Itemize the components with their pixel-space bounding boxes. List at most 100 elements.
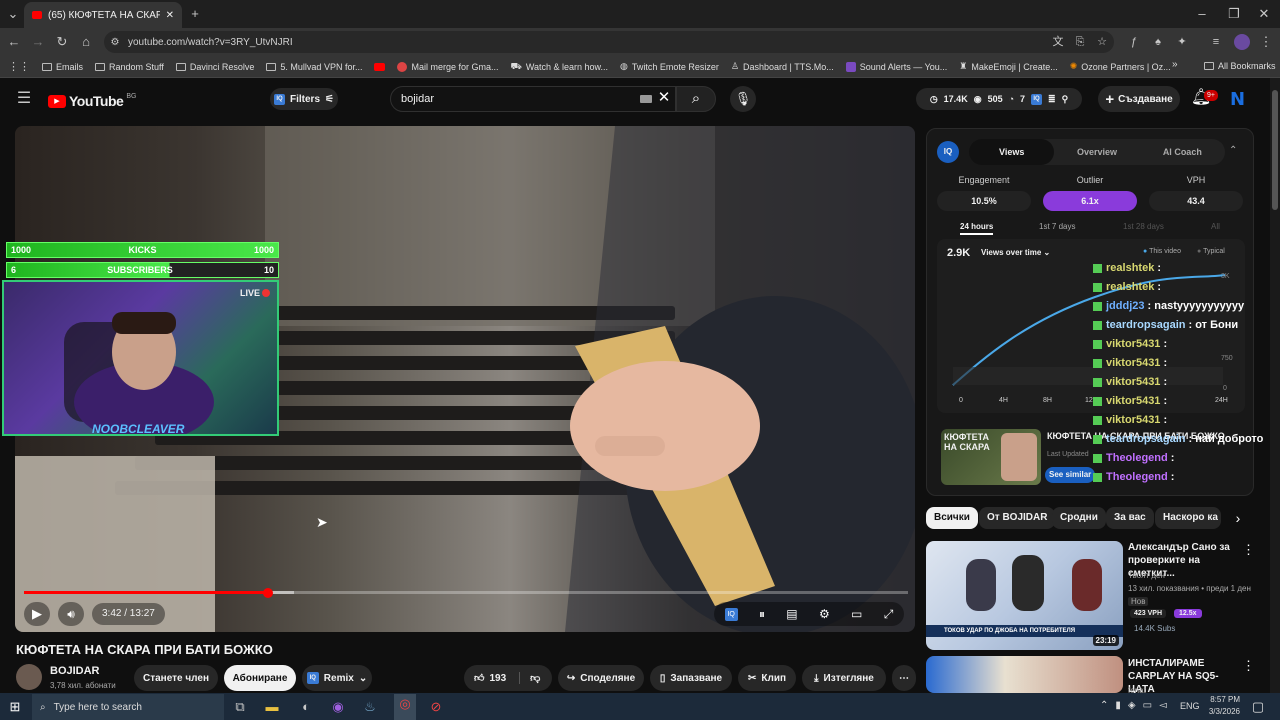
- tab-views[interactable]: Views: [969, 139, 1055, 165]
- views-mode-dropdown[interactable]: Views over time ⌄: [981, 248, 1050, 257]
- search-input[interactable]: bojidar: [390, 86, 676, 112]
- bookmark-item[interactable]: ◍ Twitch Emote Resizer: [620, 61, 719, 72]
- bookmark-item[interactable]: Davinci Resolve: [175, 62, 254, 72]
- settings-gear-icon[interactable]: ⚙: [819, 607, 830, 621]
- file-explorer-icon[interactable]: ▬: [264, 697, 280, 717]
- youtube-logo[interactable]: ▶ YouTube BG: [48, 93, 136, 109]
- translate-icon[interactable]: 文: [1050, 32, 1066, 52]
- chrome-icon[interactable]: ◎: [394, 694, 416, 720]
- period-24h[interactable]: 24 hours: [960, 222, 994, 235]
- windows-start-icon[interactable]: ⊞: [6, 697, 24, 717]
- save-button[interactable]: ▯ Запазване: [650, 665, 732, 691]
- taskbar-app-icon[interactable]: ◉: [330, 697, 346, 717]
- bookmark-item[interactable]: Mail merge for Gma...: [397, 61, 499, 72]
- more-actions-icon[interactable]: ⋯: [892, 665, 916, 691]
- all-bookmarks[interactable]: All Bookmarks: [1204, 61, 1276, 71]
- voice-search-icon[interactable]: 🎙: [730, 86, 756, 112]
- extension-leaf-icon[interactable]: ♠: [1150, 32, 1166, 52]
- chip-related[interactable]: Сродни: [1052, 507, 1106, 529]
- notification-center-icon[interactable]: ▢: [1250, 697, 1266, 717]
- join-button[interactable]: Станете член: [134, 665, 218, 691]
- progress-scrubber[interactable]: [263, 588, 273, 598]
- forward-icon[interactable]: →: [28, 32, 48, 52]
- clock-time[interactable]: 8:57 PM: [1208, 695, 1240, 704]
- bookmark-youtube[interactable]: [374, 62, 386, 71]
- filters-button[interactable]: IQ Filters ⚟: [270, 88, 338, 110]
- bookmark-item[interactable]: ✺ Ozone Partners | Oz...: [1070, 61, 1171, 72]
- period-7d[interactable]: 1st 7 days: [1039, 222, 1075, 231]
- chip-for-you[interactable]: За вас: [1106, 507, 1154, 529]
- channel-name[interactable]: BOJIDAR: [50, 665, 100, 677]
- system-tray[interactable]: ⌃ ▮ ◈ ▭ ◅: [1100, 700, 1167, 711]
- search-button[interactable]: ⌕: [676, 86, 716, 112]
- close-window-icon[interactable]: ✕: [1254, 4, 1274, 24]
- bookmark-star-icon[interactable]: ☆: [1094, 32, 1110, 52]
- stats-bar[interactable]: ◷ 17.4K ◉ 505 ◔ 7 IQ ≣ ⚲: [916, 88, 1082, 110]
- bookmarks-overflow-icon[interactable]: »: [1172, 59, 1178, 70]
- steam-icon[interactable]: ♨: [362, 697, 378, 717]
- subscribe-button[interactable]: Абониране: [224, 665, 296, 691]
- bookmark-item[interactable]: Random Stuff: [95, 62, 164, 72]
- fullscreen-icon[interactable]: ⤢: [884, 607, 894, 622]
- clock-date[interactable]: 3/3/2026: [1200, 707, 1240, 716]
- chip-all[interactable]: Всички: [926, 507, 978, 529]
- taskbar-search[interactable]: ⌕ Type here to search: [32, 694, 224, 720]
- volume-icon[interactable]: 🔊︎: [58, 602, 84, 626]
- profile-avatar[interactable]: [1234, 34, 1250, 50]
- see-similar-button[interactable]: See similar: [1045, 467, 1096, 483]
- iq-icon[interactable]: IQ: [724, 607, 738, 621]
- bookmark-item[interactable]: ♙ Dashboard | TTS.Mo...: [731, 61, 834, 72]
- site-info-icon[interactable]: ⚙: [108, 33, 122, 53]
- account-avatar[interactable]: N: [1230, 89, 1245, 110]
- download-button[interactable]: ⤓ Изтегляне: [802, 665, 886, 691]
- new-tab-icon[interactable]: +: [186, 4, 204, 24]
- similar-thumbnail[interactable]: КЮФТЕТА НА СКАРА: [941, 429, 1041, 485]
- install-icon[interactable]: ⎘: [1072, 32, 1088, 52]
- rec-thumbnail[interactable]: ТОКОВ УДАР ПО ДЖОБА НА ПОТРЕБИТЕЛЯ 23:19: [926, 541, 1123, 650]
- chip-from-channel[interactable]: От BOJIDAR: [979, 507, 1056, 529]
- apps-icon[interactable]: ⋮⋮: [8, 57, 30, 77]
- play-button[interactable]: ▶: [24, 602, 50, 626]
- keyboard-icon[interactable]: [640, 95, 652, 103]
- collapse-chevron-icon[interactable]: ⌃: [1229, 145, 1237, 156]
- extensions-icon[interactable]: ✦: [1174, 32, 1190, 52]
- period-all[interactable]: All: [1211, 222, 1220, 231]
- clear-search-icon[interactable]: ✕: [655, 88, 673, 108]
- captions-icon[interactable]: ▤: [786, 607, 797, 621]
- pause-autoplay-icon[interactable]: ⏸: [759, 607, 765, 622]
- rec-channel[interactable]: Твоят ден: [1128, 571, 1165, 580]
- bookmark-item[interactable]: Sound Alerts — You...: [845, 61, 947, 72]
- task-view-icon[interactable]: ⧉: [232, 697, 248, 717]
- close-tab-icon[interactable]: ✕: [166, 10, 174, 21]
- chips-next-icon[interactable]: ›: [1228, 508, 1248, 528]
- bookmark-item[interactable]: 5. Mullvad VPN for...: [266, 62, 362, 72]
- taskbar-app-icon[interactable]: ⊘: [428, 697, 444, 717]
- create-button[interactable]: + Създаване: [1098, 86, 1180, 112]
- back-icon[interactable]: ←: [4, 32, 24, 52]
- reload-icon[interactable]: ↻: [52, 32, 72, 52]
- browser-tab[interactable]: (65) КЮФТЕТА НА СКАРА П ✕: [24, 2, 182, 28]
- bookmark-item[interactable]: ♜ MakeEmoji | Create...: [959, 61, 1057, 72]
- chip-recent[interactable]: Наскоро ка: [1155, 507, 1221, 529]
- remix-button[interactable]: IQ Remix ⌄: [302, 665, 372, 691]
- tab-list-icon[interactable]: ⌄: [4, 4, 22, 24]
- channel-avatar[interactable]: [16, 664, 42, 690]
- url-field[interactable]: youtube.com/watch?v=3RY_UtvNJRI: [104, 31, 1114, 53]
- scrollbar-thumb[interactable]: [1272, 90, 1278, 210]
- period-28d[interactable]: 1st 28 days: [1123, 222, 1164, 231]
- rec-more-icon[interactable]: ⋮: [1242, 540, 1255, 560]
- tab-ai-coach[interactable]: AI Coach: [1140, 139, 1225, 165]
- menu-icon[interactable]: ⋮: [1258, 32, 1274, 52]
- extension-f-icon[interactable]: ƒ: [1126, 32, 1142, 52]
- language-indicator[interactable]: ENG: [1180, 701, 1200, 711]
- tab-overview[interactable]: Overview: [1054, 139, 1139, 165]
- theater-mode-icon[interactable]: ▭: [851, 607, 862, 621]
- rec-more-icon[interactable]: ⋮: [1242, 656, 1255, 676]
- bookmark-item[interactable]: Emails: [42, 62, 83, 72]
- hamburger-menu-icon[interactable]: ☰: [14, 89, 34, 109]
- media-icon[interactable]: ≡: [1208, 32, 1224, 52]
- home-icon[interactable]: ⌂: [76, 32, 96, 52]
- like-button[interactable]: 👍︎ 193 👎︎: [464, 665, 552, 691]
- clip-button[interactable]: ✂ Клип: [738, 665, 796, 691]
- restore-icon[interactable]: ❐: [1224, 4, 1244, 24]
